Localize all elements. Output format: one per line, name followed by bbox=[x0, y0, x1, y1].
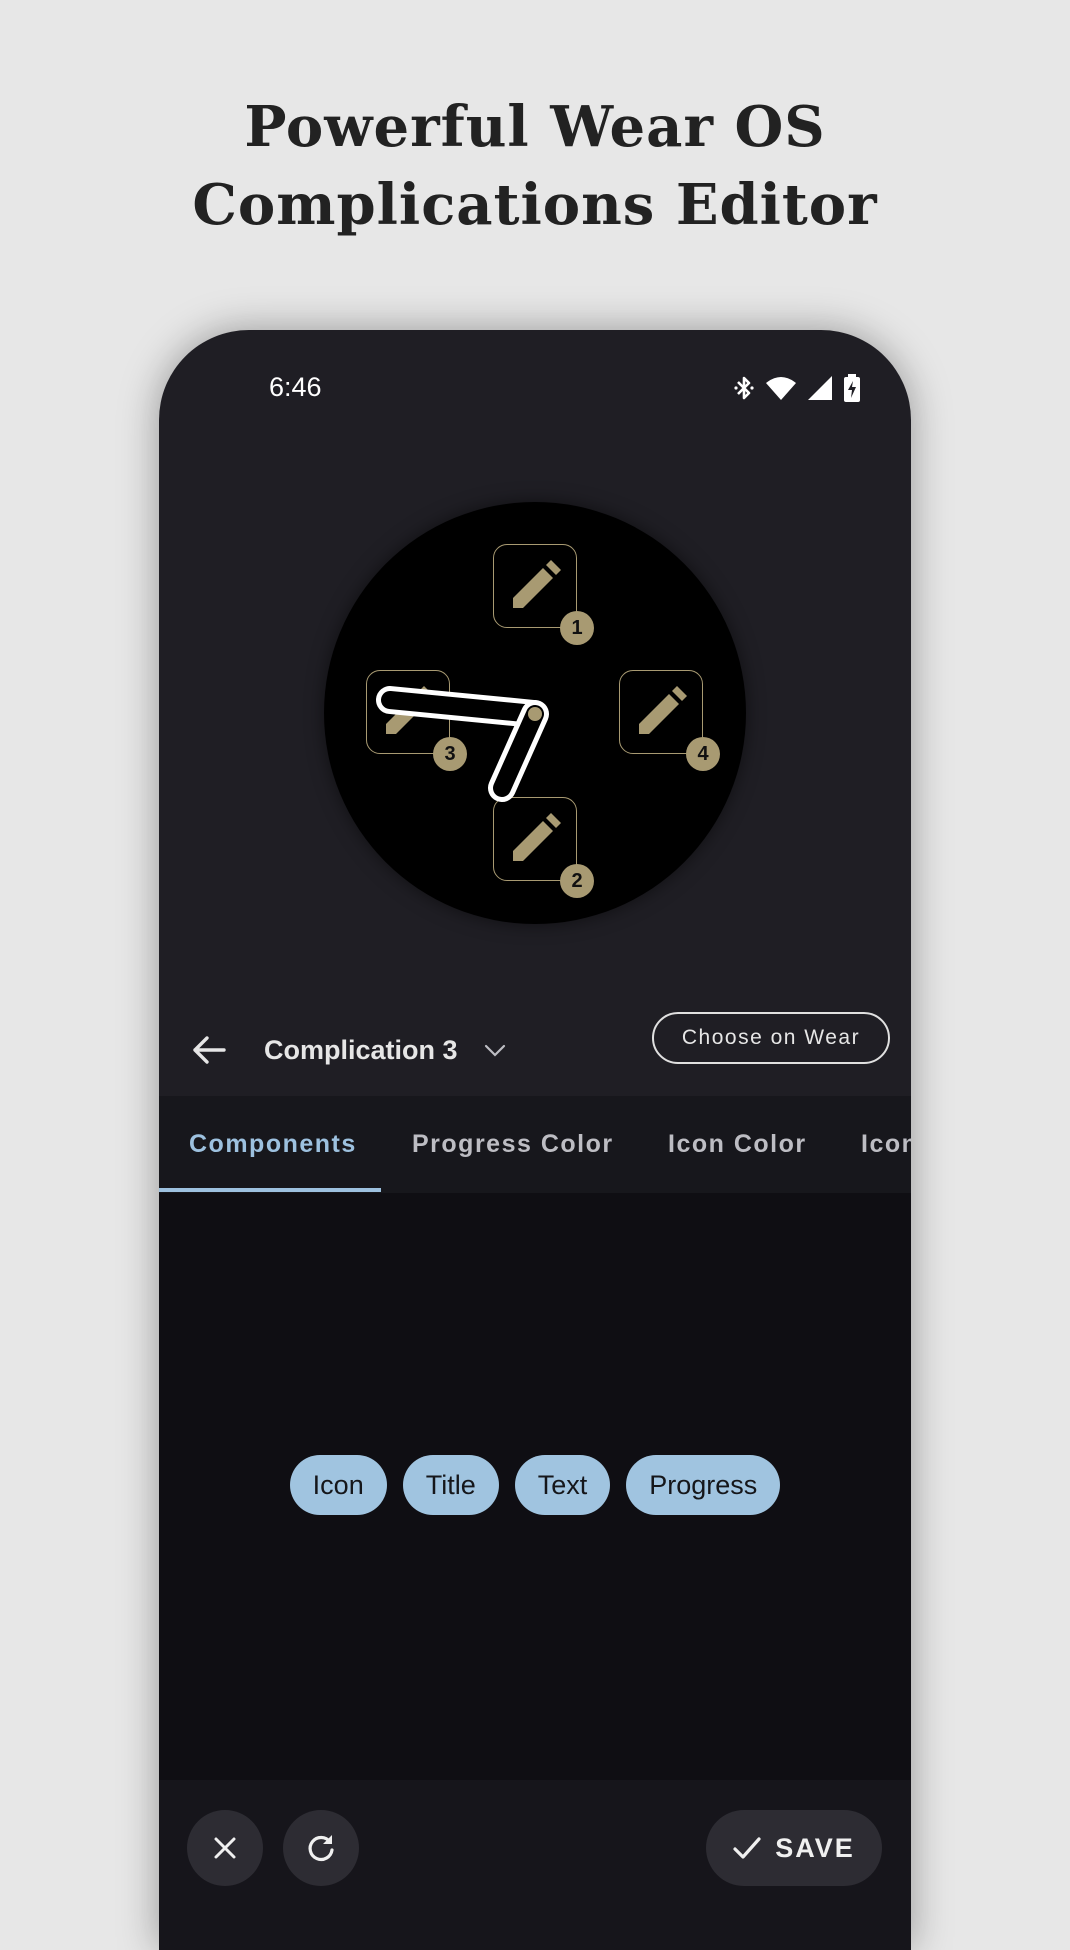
pencil-icon bbox=[513, 560, 561, 608]
chevron-down-icon bbox=[484, 1044, 505, 1057]
complication-slot-3[interactable]: 3 bbox=[366, 670, 467, 771]
bluetooth-icon bbox=[734, 376, 754, 400]
watch-face-preview: 1 2 3 4 bbox=[324, 502, 746, 924]
headline-line-2: Complications Editor bbox=[192, 172, 878, 238]
tab-icon-color[interactable]: Icon Color bbox=[668, 1096, 807, 1193]
pencil-icon bbox=[386, 686, 434, 734]
complication-slot-4[interactable]: 4 bbox=[619, 670, 720, 771]
tab-icon[interactable]: Icon bbox=[861, 1096, 911, 1193]
complication-slot-1[interactable]: 1 bbox=[493, 544, 594, 645]
tab-components[interactable]: Components bbox=[189, 1096, 357, 1193]
slot-badge: 1 bbox=[560, 611, 594, 645]
check-icon bbox=[733, 1837, 761, 1859]
chip-progress[interactable]: Progress bbox=[626, 1455, 781, 1515]
pencil-icon bbox=[513, 813, 561, 861]
chip-title[interactable]: Title bbox=[402, 1455, 499, 1515]
status-bar: 6:46 bbox=[159, 330, 911, 440]
minute-hand bbox=[488, 700, 549, 802]
back-button[interactable] bbox=[181, 1022, 237, 1078]
battery-charging-icon bbox=[844, 374, 860, 402]
components-panel: Icon Title Text Progress bbox=[159, 1193, 911, 1780]
phone-frame: 6:46 1 2 3 4 Complication 3 Choose on We… bbox=[159, 330, 911, 1950]
tab-bar: Components Progress Color Icon Color Ico… bbox=[159, 1096, 911, 1193]
tab-progress-color[interactable]: Progress Color bbox=[412, 1096, 614, 1193]
reset-button[interactable] bbox=[283, 1810, 359, 1886]
wifi-icon bbox=[766, 377, 796, 400]
component-chips: Icon Title Text Progress bbox=[159, 1455, 911, 1515]
complication-dropdown[interactable]: Complication 3 bbox=[264, 1025, 506, 1075]
editor-toolbar: Complication 3 Choose on Wear bbox=[159, 1000, 911, 1100]
refresh-icon bbox=[308, 1835, 334, 1862]
center-dot bbox=[528, 707, 542, 721]
slot-badge: 4 bbox=[686, 737, 720, 771]
close-button[interactable] bbox=[187, 1810, 263, 1886]
complication-dropdown-label: Complication 3 bbox=[264, 1034, 458, 1065]
status-icons bbox=[733, 374, 861, 402]
tab-active-indicator bbox=[159, 1188, 381, 1192]
save-button[interactable]: SAVE bbox=[706, 1810, 882, 1886]
chip-text[interactable]: Text bbox=[514, 1455, 611, 1515]
status-time: 6:46 bbox=[269, 372, 322, 402]
chip-icon[interactable]: Icon bbox=[289, 1455, 387, 1515]
save-label: SAVE bbox=[775, 1832, 855, 1863]
choose-on-wear-button[interactable]: Choose on Wear bbox=[652, 1012, 890, 1064]
signal-icon bbox=[808, 376, 832, 400]
headline: Powerful Wear OS Complications Editor bbox=[0, 88, 1070, 244]
pencil-icon bbox=[639, 686, 687, 734]
close-icon bbox=[214, 1837, 236, 1859]
bottom-action-bar: SAVE bbox=[159, 1780, 911, 1950]
complication-slot-2[interactable]: 2 bbox=[493, 797, 594, 898]
slot-badge: 2 bbox=[560, 864, 594, 898]
headline-line-1: Powerful Wear OS bbox=[244, 94, 826, 160]
slot-badge: 3 bbox=[433, 737, 467, 771]
arrow-back-icon bbox=[193, 1036, 226, 1064]
